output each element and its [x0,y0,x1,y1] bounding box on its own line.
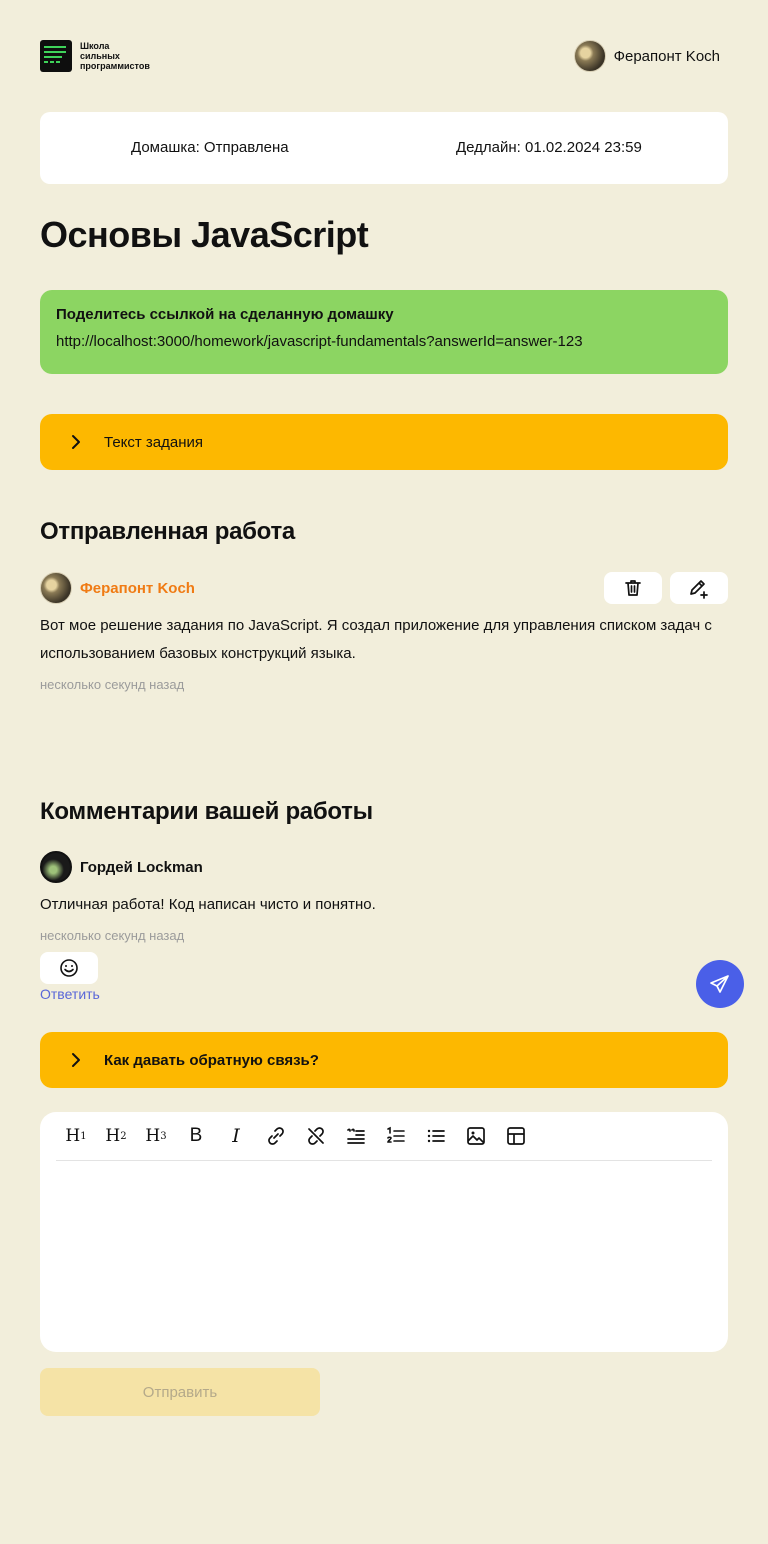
avatar [573,40,606,72]
editor-toolbar: H1 H2 H3 B I [56,1120,712,1161]
author-name[interactable]: Ферапонт Koch [80,580,195,597]
user-name: Ферапонт Koch [613,47,720,65]
page-title: Основы JavaScript [40,214,369,255]
send-fab-button[interactable] [696,960,744,1008]
submission-time: несколько секунд назад [40,677,185,692]
image-icon[interactable] [456,1120,496,1152]
homework-status-card: Домашка: Отправлена Дедлайн: 01.02.2024 … [40,112,728,184]
ordered-list-icon[interactable] [376,1120,416,1152]
deadline: Дедлайн: 01.02.2024 23:59 [456,139,642,156]
heading-3-icon[interactable]: H3 [136,1120,176,1152]
logo-text: Школа сильных программистов [80,41,150,71]
share-heading: Поделитесь ссылкой на сделанную домашку [56,306,394,323]
comment-time: несколько секунд назад [40,928,185,943]
submission-author: Ферапонт Koch [40,572,195,604]
smile-icon [60,959,78,977]
edit-button[interactable] [670,572,728,604]
accordion-label: Текст задания [104,433,204,451]
user-menu[interactable]: Ферапонт Koch [573,40,720,72]
task-text-accordion[interactable]: Текст задания [40,414,728,470]
delete-button[interactable] [604,572,662,604]
share-link-card: Поделитесь ссылкой на сделанную домашку … [40,290,728,374]
submission-text: Вот мое решение задания по JavaScript. Я… [40,617,712,662]
bold-icon[interactable]: B [176,1120,216,1152]
comment-editor[interactable]: H1 H2 H3 B I [40,1112,728,1352]
accordion-label: Как давать обратную связь? [104,1051,319,1069]
blockquote-icon[interactable] [336,1120,376,1152]
logo[interactable]: Школа сильных программистов [40,40,150,72]
heading-1-icon[interactable]: H1 [56,1120,96,1152]
link-icon[interactable] [256,1120,296,1152]
trash-icon [625,580,641,596]
avatar [40,572,72,604]
paper-plane-icon [710,975,729,993]
reaction-button[interactable] [40,952,98,984]
comment-text: Отличная работа! Код написан чисто и пон… [40,896,376,913]
chevron-right-icon [68,434,84,450]
reply-link[interactable]: Ответить [40,986,100,1002]
feedback-accordion[interactable]: Как давать обратную связь? [40,1032,728,1088]
unlink-icon[interactable] [296,1120,336,1152]
submit-button[interactable]: Отправить [40,1368,320,1416]
author-name[interactable]: Гордей Lockman [80,859,203,876]
bullet-list-icon[interactable] [416,1120,456,1152]
avatar [40,851,72,883]
heading-2-icon[interactable]: H2 [96,1120,136,1152]
comments-heading: Комментарии вашей работы [40,798,373,825]
chevron-right-icon [68,1052,84,1068]
homework-status: Домашка: Отправлена [131,139,289,156]
submitted-work-heading: Отправленная работа [40,518,295,545]
table-icon[interactable] [496,1120,536,1152]
comment-author: Гордей Lockman [40,851,203,883]
logo-mark-icon [40,40,72,72]
pencil-plus-icon [690,580,708,599]
italic-icon[interactable]: I [216,1120,256,1152]
share-url[interactable]: http://localhost:3000/homework/javascrip… [56,333,712,350]
